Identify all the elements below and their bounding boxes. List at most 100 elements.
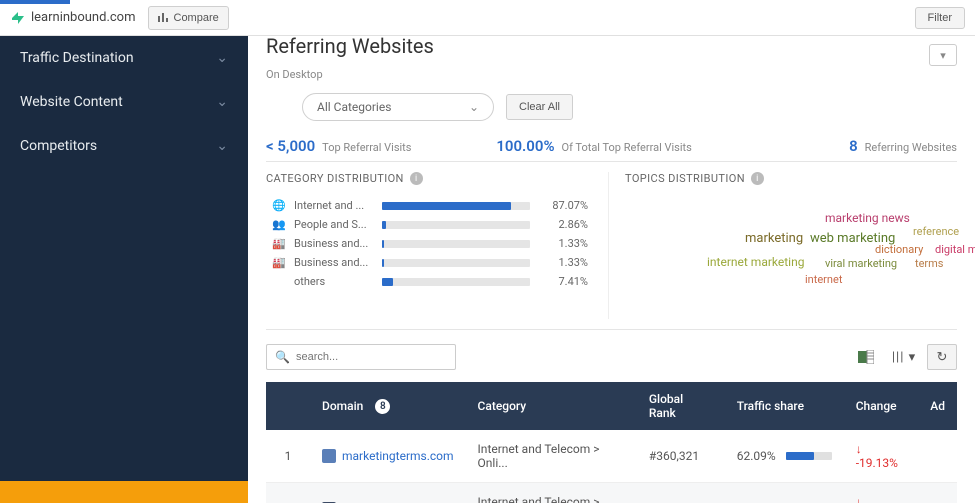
search-input[interactable] [296, 351, 447, 363]
category-pct: 7.41% [538, 275, 588, 288]
topic-tag[interactable]: internet marketing [707, 255, 804, 269]
th-traffic-share[interactable]: Traffic share [725, 382, 844, 430]
th-category[interactable]: Category [466, 382, 637, 430]
sidebar-item-label: Traffic Destination [20, 50, 134, 66]
stat-value: 100.00% [496, 137, 554, 155]
stats-row: < 5,000 Top Referral Visits 100.00% Of T… [266, 131, 957, 162]
row-index: 2 [266, 483, 310, 503]
sidebar-item-label: Website Content [20, 94, 123, 110]
topic-tag[interactable]: digital marketing [935, 243, 975, 256]
row-category: Internet and Telecom > Onli... [466, 430, 637, 483]
category-bar-row: 👥 People and S... 2.86% [272, 218, 588, 231]
bar-track [382, 202, 530, 210]
filter-button[interactable]: Filter [915, 7, 965, 29]
main-content: Referring Websites On Desktop ▾ All Cate… [248, 36, 975, 503]
compare-label: Compare [174, 12, 219, 24]
clear-all-button[interactable]: Clear All [506, 94, 573, 120]
active-tab-indicator [0, 0, 70, 4]
category-select[interactable]: All Categories ⌄ [302, 93, 494, 121]
panel-header: Referring Websites On Desktop ▾ [266, 36, 957, 87]
bar-track [382, 259, 530, 267]
category-dist-title: CATEGORY DISTRIBUTION [266, 172, 404, 185]
category-label: Business and... [294, 237, 374, 250]
search-box[interactable]: 🔍 [266, 344, 456, 370]
bar-track [382, 221, 530, 229]
category-pct: 2.86% [538, 218, 588, 231]
category-icon: 👥 [272, 218, 286, 231]
row-category: Internet and Telecom > Onli... [466, 483, 637, 503]
topic-tag[interactable]: reference [913, 225, 959, 238]
th-ad[interactable]: Ad [918, 382, 957, 430]
columns-button[interactable]: ||| ▾ [889, 344, 919, 370]
sidebar: Traffic Destination ⌄ Website Content ⌄ … [0, 36, 248, 503]
topic-tag[interactable]: terms [915, 257, 943, 270]
th-index [266, 382, 310, 430]
th-domain[interactable]: Domain 8 [310, 382, 466, 430]
info-icon[interactable]: i [751, 172, 764, 185]
export-button[interactable]: ▾ [929, 44, 957, 66]
brand-domain: learninbound.com [31, 10, 136, 25]
topic-tag[interactable]: dictionary [875, 243, 923, 256]
category-label: Business and... [294, 256, 374, 269]
domain-link[interactable]: marketingterms.com [322, 449, 454, 463]
sidebar-item-competitors[interactable]: Competitors ⌄ [0, 124, 248, 168]
stat-referring-count: 8 Referring Websites [727, 137, 957, 155]
topbar: learninbound.com Compare Filter [0, 0, 975, 36]
stat-referral-visits: < 5,000 Top Referral Visits [266, 137, 496, 155]
change-down: ↓ -19.13% [856, 442, 907, 470]
chevron-down-icon: ⌄ [469, 100, 479, 114]
row-rank: #360,321 [637, 430, 725, 483]
th-change[interactable]: Change [844, 382, 919, 430]
stat-total-pct: 100.00% Of Total Top Referral Visits [496, 137, 726, 155]
domain-count-badge: 8 [375, 399, 390, 414]
stat-label: Referring Websites [865, 141, 957, 154]
chevron-down-icon: ⌄ [216, 94, 228, 110]
th-global-rank[interactable]: Global Rank [637, 382, 725, 430]
export-excel-button[interactable] [851, 344, 881, 370]
brand-icon [10, 10, 26, 26]
topic-tag[interactable]: internet [805, 273, 842, 286]
stat-label: Top Referral Visits [322, 141, 411, 154]
bar-track [382, 240, 530, 248]
category-bar-row: 🏭 Business and... 1.33% [272, 237, 588, 250]
category-icon: 🏭 [272, 237, 286, 250]
change-down: ↓ -69.19% [856, 495, 907, 503]
row-index: 1 [266, 430, 310, 483]
sidebar-item-label: Competitors [20, 138, 97, 154]
favicon [322, 449, 336, 463]
category-icon: 🌐 [272, 199, 286, 212]
table-row: 2 taliagw.com Internet and Telecom > Onl… [266, 483, 957, 503]
panel-title: Referring Websites [266, 36, 957, 58]
category-label: Internet and ... [294, 199, 374, 212]
bar-chart-icon [158, 11, 169, 25]
topic-tag[interactable]: viral marketing [825, 257, 897, 270]
sidebar-item-website-content[interactable]: Website Content ⌄ [0, 80, 248, 124]
info-icon[interactable]: i [410, 172, 423, 185]
domain-name: marketingterms.com [342, 449, 454, 463]
refresh-button[interactable]: ↻ [927, 344, 957, 370]
row-rank: #1,022,865 [637, 483, 725, 503]
stat-value: 8 [849, 137, 858, 155]
category-pct: 1.33% [538, 237, 588, 250]
brand: learninbound.com [10, 10, 136, 26]
category-bar-row: 🌐 Internet and ... 87.07% [272, 199, 588, 212]
referring-table: Domain 8 Category Global Rank Traffic sh… [266, 382, 957, 503]
category-label: others [294, 275, 374, 288]
category-bar-row: others 7.41% [272, 275, 588, 288]
category-pct: 87.07% [538, 199, 588, 212]
sidebar-item-traffic-destination[interactable]: Traffic Destination ⌄ [0, 36, 248, 80]
topic-tag[interactable]: marketing [745, 231, 803, 246]
category-distribution: CATEGORY DISTRIBUTION i 🌐 Internet and .… [266, 172, 609, 319]
panel-subtitle: On Desktop [266, 68, 957, 81]
topics-dist-title: TOPICS DISTRIBUTION [625, 172, 745, 185]
category-bar-row: 🏭 Business and... 1.33% [272, 256, 588, 269]
stat-value: < 5,000 [266, 137, 315, 155]
stat-label: Of Total Top Referral Visits [562, 141, 692, 154]
category-pct: 1.33% [538, 256, 588, 269]
topics-cloud: marketing newsreferencemarketingweb mark… [625, 199, 957, 319]
chevron-down-icon: ⌄ [216, 138, 228, 154]
compare-button[interactable]: Compare [148, 6, 229, 30]
search-icon: 🔍 [275, 350, 290, 364]
topic-tag[interactable]: marketing news [825, 211, 910, 225]
category-select-value: All Categories [317, 100, 391, 114]
